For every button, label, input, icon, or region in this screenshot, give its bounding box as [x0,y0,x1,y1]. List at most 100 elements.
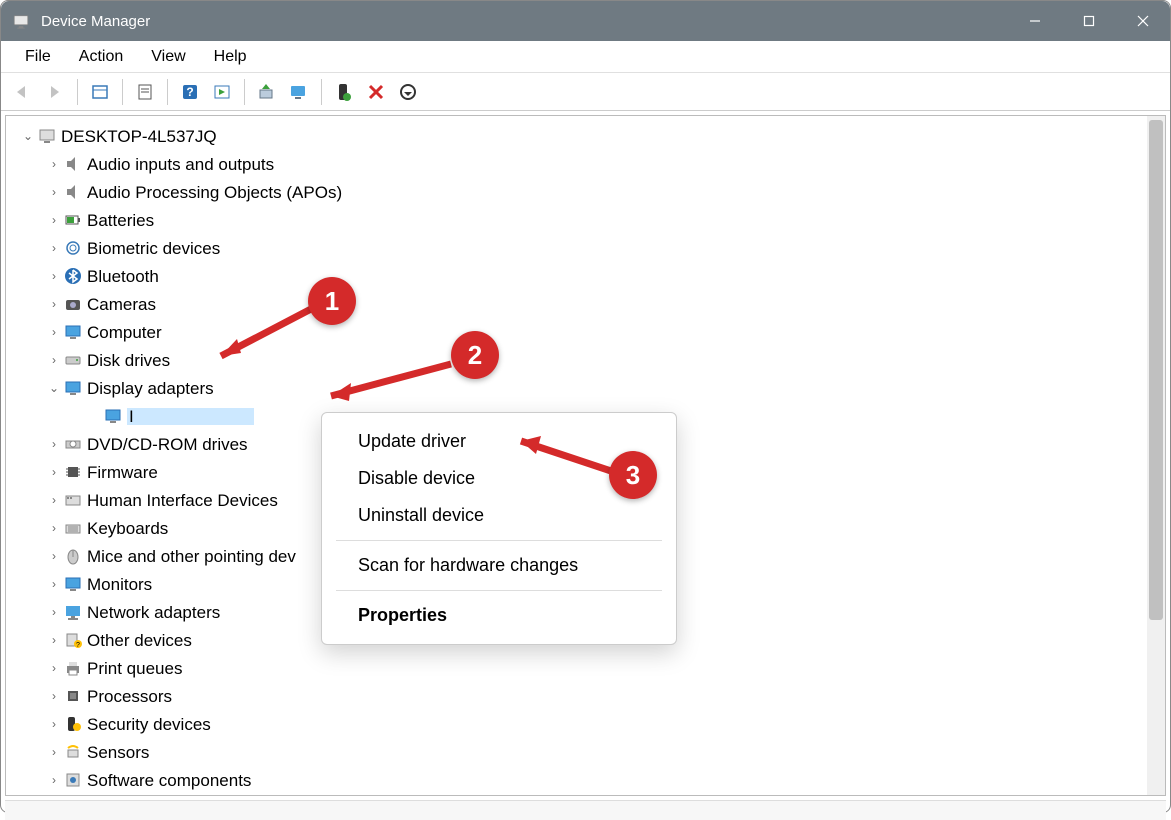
network-icon [64,603,82,621]
tree-item-biometric[interactable]: › Biometric devices [6,234,1165,262]
keyboard-icon [64,519,82,537]
app-icon [11,11,31,31]
annotation-arrow-2 [311,356,471,416]
chevron-right-icon[interactable]: › [46,606,62,618]
hdd-icon [64,351,82,369]
tree-root[interactable]: ⌄ DESKTOP-4L537JQ [6,122,1165,150]
tree-root-label: DESKTOP-4L537JQ [61,128,217,145]
chevron-right-icon[interactable]: › [46,438,62,450]
context-uninstall-device[interactable]: Uninstall device [322,497,676,534]
title-bar: Device Manager [1,1,1170,41]
tree-item-security[interactable]: › Security devices [6,710,1165,738]
context-scan-hardware[interactable]: Scan for hardware changes [322,547,676,584]
window-title: Device Manager [41,13,1008,30]
context-properties[interactable]: Properties [322,597,676,634]
chevron-right-icon[interactable]: › [46,186,62,198]
annotation-badge-3: 3 [609,451,657,499]
enable-device-icon[interactable] [330,78,358,106]
scrollbar-thumb[interactable] [1149,120,1163,620]
context-separator [336,590,662,591]
chevron-right-icon[interactable]: › [46,634,62,646]
status-bar [5,800,1166,820]
window-controls [1008,1,1170,41]
menu-help[interactable]: Help [200,44,261,70]
update-driver-icon[interactable] [253,78,281,106]
speaker-icon [64,155,82,173]
toolbar: ? [1,73,1170,111]
tree-item-software-components[interactable]: › Software components [6,766,1165,794]
menu-bar: File Action View Help [1,41,1170,73]
chevron-right-icon[interactable]: › [46,746,62,758]
tree-item-display-adapters[interactable]: ⌄ Display adapters [6,374,1165,402]
chevron-right-icon[interactable]: › [46,214,62,226]
chevron-down-icon[interactable]: ⌄ [20,130,36,142]
context-separator [336,540,662,541]
chevron-right-icon[interactable]: › [46,550,62,562]
chevron-right-icon[interactable]: › [46,242,62,254]
scan-hardware-icon[interactable] [285,78,313,106]
monitor-icon [64,575,82,593]
chevron-right-icon[interactable]: › [46,494,62,506]
forward-button[interactable] [41,78,69,106]
toolbar-separator [77,79,78,105]
tree-item-computer[interactable]: › Computer [6,318,1165,346]
chevron-right-icon[interactable]: › [46,578,62,590]
chevron-right-icon[interactable]: › [46,270,62,282]
chevron-right-icon[interactable]: › [46,466,62,478]
svg-text:?: ? [186,85,193,99]
monitor-icon [64,323,82,341]
tree-item-batteries[interactable]: › Batteries [6,206,1165,234]
toolbar-separator [122,79,123,105]
chevron-right-icon[interactable]: › [46,690,62,702]
other-icon: ? [64,631,82,649]
tree-item-processors[interactable]: › Processors [6,682,1165,710]
chevron-right-icon[interactable]: › [46,522,62,534]
tree-item-sensors[interactable]: › Sensors [6,738,1165,766]
sensor-icon [64,743,82,761]
toolbar-separator [167,79,168,105]
display-adapter-icon [104,407,122,425]
toolbar-separator [244,79,245,105]
toolbar-separator [321,79,322,105]
tree-item-bluetooth[interactable]: › Bluetooth [6,262,1165,290]
computer-icon [38,127,56,145]
close-button[interactable] [1116,1,1170,41]
software-icon [64,771,82,789]
vertical-scrollbar[interactable] [1147,116,1165,795]
display-adapter-icon [64,379,82,397]
disable-device-icon[interactable] [394,78,422,106]
chevron-down-icon[interactable]: ⌄ [46,382,62,394]
tree-item-apo[interactable]: › Audio Processing Objects (APOs) [6,178,1165,206]
chevron-right-icon[interactable]: › [46,326,62,338]
bluetooth-icon [64,267,82,285]
svg-text:?: ? [76,642,80,649]
chip-icon [64,463,82,481]
chevron-right-icon[interactable]: › [46,158,62,170]
menu-action[interactable]: Action [65,44,137,70]
chevron-right-icon[interactable]: › [46,774,62,786]
tree-item-disk-drives[interactable]: › Disk drives [6,346,1165,374]
show-hidden-icon[interactable] [86,78,114,106]
fingerprint-icon [64,239,82,257]
tree-item-audio-io[interactable]: › Audio inputs and outputs [6,150,1165,178]
tree-item-print[interactable]: › Print queues [6,654,1165,682]
menu-file[interactable]: File [11,44,65,70]
help-icon[interactable]: ? [176,78,204,106]
menu-view[interactable]: View [137,44,199,70]
chevron-right-icon[interactable]: › [46,662,62,674]
mouse-icon [64,547,82,565]
camera-icon [64,295,82,313]
chevron-right-icon[interactable]: › [46,718,62,730]
action-icon[interactable] [208,78,236,106]
printer-icon [64,659,82,677]
battery-icon [64,211,82,229]
minimize-button[interactable] [1008,1,1062,41]
chevron-right-icon[interactable]: › [46,354,62,366]
chevron-right-icon[interactable]: › [46,298,62,310]
maximize-button[interactable] [1062,1,1116,41]
uninstall-device-icon[interactable] [362,78,390,106]
annotation-badge-2: 2 [451,331,499,379]
tree-item-cameras[interactable]: › Cameras [6,290,1165,318]
properties-icon[interactable] [131,78,159,106]
back-button[interactable] [9,78,37,106]
